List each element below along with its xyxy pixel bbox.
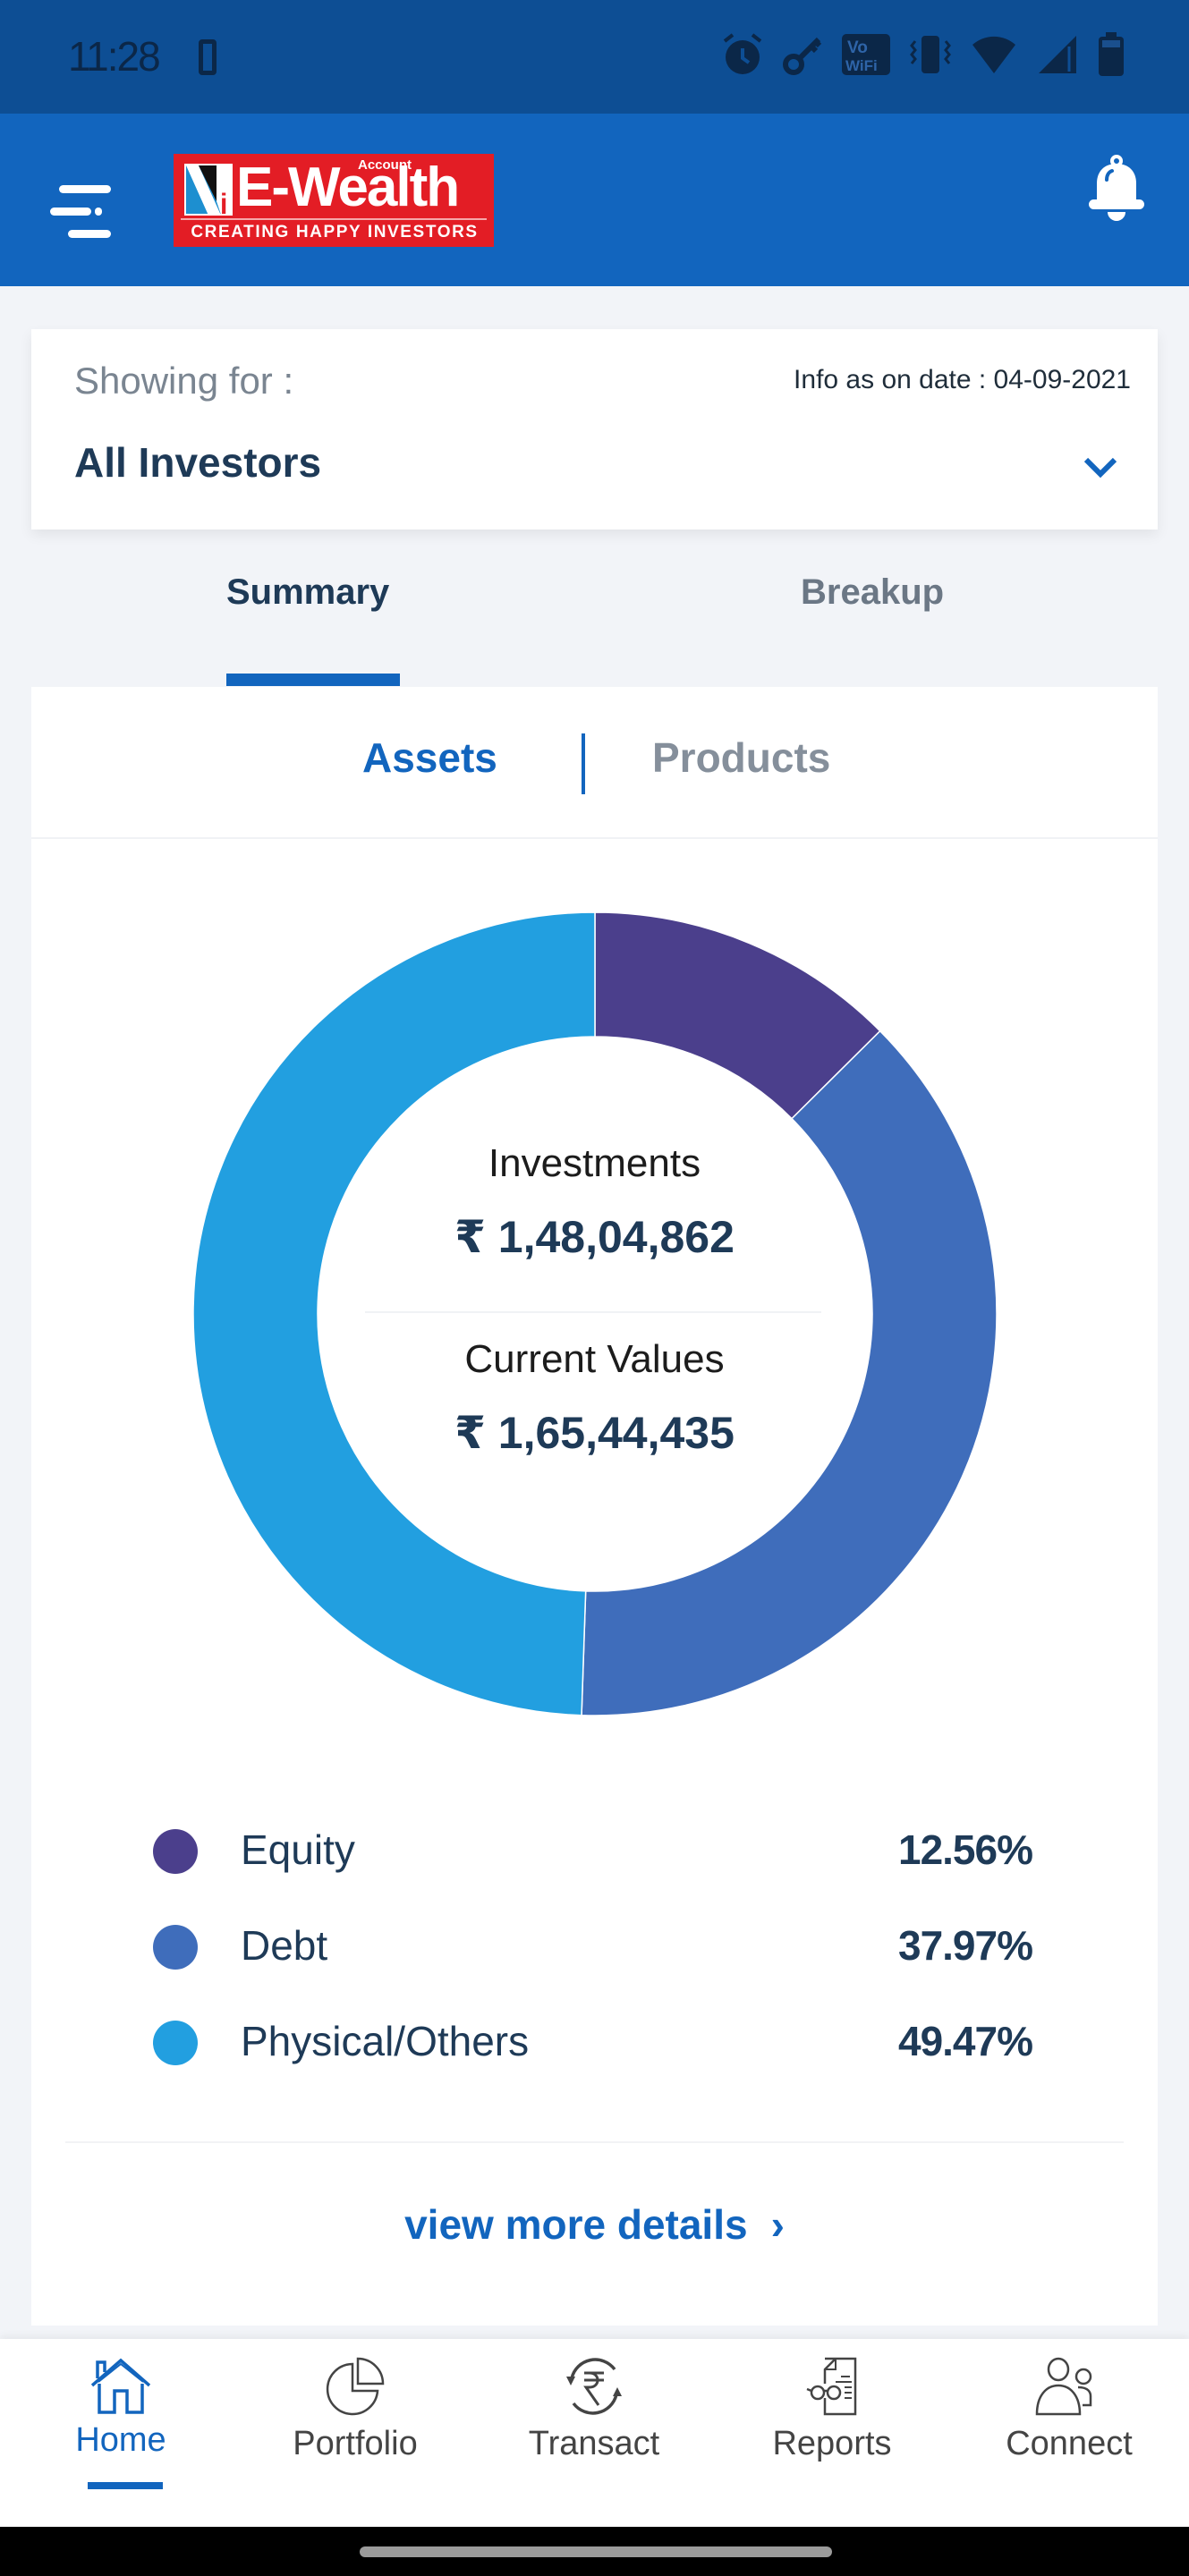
nav-active-indicator [88,2482,163,2489]
main-tabs: Summary Breakup [31,537,1158,687]
nav-connect[interactable]: Connect [950,2339,1188,2527]
alarm-icon [723,33,762,74]
tab-active-indicator [226,674,400,686]
bell-icon [1089,155,1144,221]
nav-label: Reports [772,2425,892,2462]
sub-tabs: Assets Products [31,687,1158,839]
chevron-right-icon: › [770,2201,785,2248]
rupee-exchange-icon [566,2358,622,2415]
view-more-details-link[interactable]: view more details › [31,2200,1158,2249]
logo-tagline: CREATING HAPPY INVESTORS [191,223,479,242]
selected-investor[interactable]: All Investors [74,438,321,487]
legend-label: Equity [241,1826,355,1873]
legend-dot [153,2021,198,2065]
subtab-products[interactable]: Products [652,733,830,782]
legend-dot [153,1829,198,1874]
subtab-divider [582,733,585,794]
status-time: 11:28 [68,33,161,80]
legend-value: 12.56% [897,1826,1033,1873]
card-divider [65,2141,1124,2143]
nav-label: Portfolio [293,2425,418,2462]
download-icon [199,39,217,75]
legend-dot [153,1925,198,1970]
menu-icon-line [95,208,102,216]
asset-donut-chart[interactable] [191,911,998,1717]
notifications-button[interactable] [1087,153,1146,225]
bottom-navigation: Home Portfolio Transact Reports Connect [0,2339,1189,2527]
investor-selector[interactable]: Showing for : Info as on date : 04-09-20… [31,329,1158,530]
app-logo[interactable]: j Account E-Wealth CREATING HAPPY INVEST… [174,154,494,247]
nav-label: Transact [528,2425,660,2462]
current-values-value: ₹ 1,65,44,435 [454,1408,735,1458]
logo-rule [181,218,487,220]
nav-home[interactable]: Home [2,2339,240,2527]
people-icon [1035,2357,1092,2416]
battery-icon [1099,32,1124,76]
tab-summary[interactable]: Summary [226,572,389,613]
signal-icon [1039,36,1076,73]
key-icon [783,37,822,75]
logo-mark-icon: j [184,164,233,216]
tab-breakup[interactable]: Breakup [801,572,944,613]
legend-value: 49.47% [897,2018,1033,2064]
chevron-down-icon[interactable] [1083,454,1118,481]
vowifi-icon: VoWiFi [842,34,890,75]
current-values-label: Current Values [464,1337,725,1381]
svg-text:WiFi: WiFi [845,57,878,74]
nav-reports[interactable]: Reports [713,2339,951,2527]
logo-wordmark: E-Wealth [236,157,460,218]
info-date: Info as on date : 04-09-2021 [794,365,1131,394]
status-bar: 11:28 Vo WiFi [0,0,1189,114]
investments-value: ₹ 1,48,04,862 [454,1212,735,1262]
home-icon [90,2358,151,2414]
vibrate-icon [910,36,951,73]
svg-text:Vo: Vo [847,38,868,57]
app-bar: j Account E-Wealth CREATING HAPPY INVEST… [0,114,1189,286]
nav-label: Connect [1006,2425,1133,2462]
legend-item-physical-others[interactable]: Physical/Others 49.47% [31,2001,1158,2081]
nav-label: Home [75,2421,166,2459]
nav-portfolio[interactable]: Portfolio [236,2339,474,2527]
center-divider [365,1311,821,1313]
view-more-label: view more details [404,2201,748,2248]
legend-label: Debt [241,1922,328,1969]
report-icon [806,2357,857,2416]
legend-label: Physical/Others [241,2018,530,2064]
gesture-handle[interactable] [360,2546,832,2557]
legend-item-equity[interactable]: Equity 12.56% [31,1809,1158,1890]
menu-button[interactable] [50,167,122,238]
investments-label: Investments [488,1141,701,1185]
subtab-assets[interactable]: Assets [362,733,497,782]
legend-item-debt[interactable]: Debt 37.97% [31,1905,1158,1986]
showing-for-label: Showing for : [74,360,294,402]
system-gesture-bar [0,2527,1189,2576]
wifi-icon [972,36,1015,73]
nav-transact[interactable]: Transact [475,2339,713,2527]
status-icons: Vo WiFi [722,32,1125,77]
svg-text:j: j [219,189,227,216]
legend-value: 37.97% [897,1922,1033,1969]
menu-icon-line [50,208,91,216]
donut-slice-physical-others[interactable] [192,911,596,1716]
menu-icon-line [68,230,111,238]
pie-chart-icon [326,2357,385,2416]
summary-card: Assets Products Investments ₹ 1,48,04,86… [31,687,1158,2326]
menu-icon-line [59,185,111,193]
